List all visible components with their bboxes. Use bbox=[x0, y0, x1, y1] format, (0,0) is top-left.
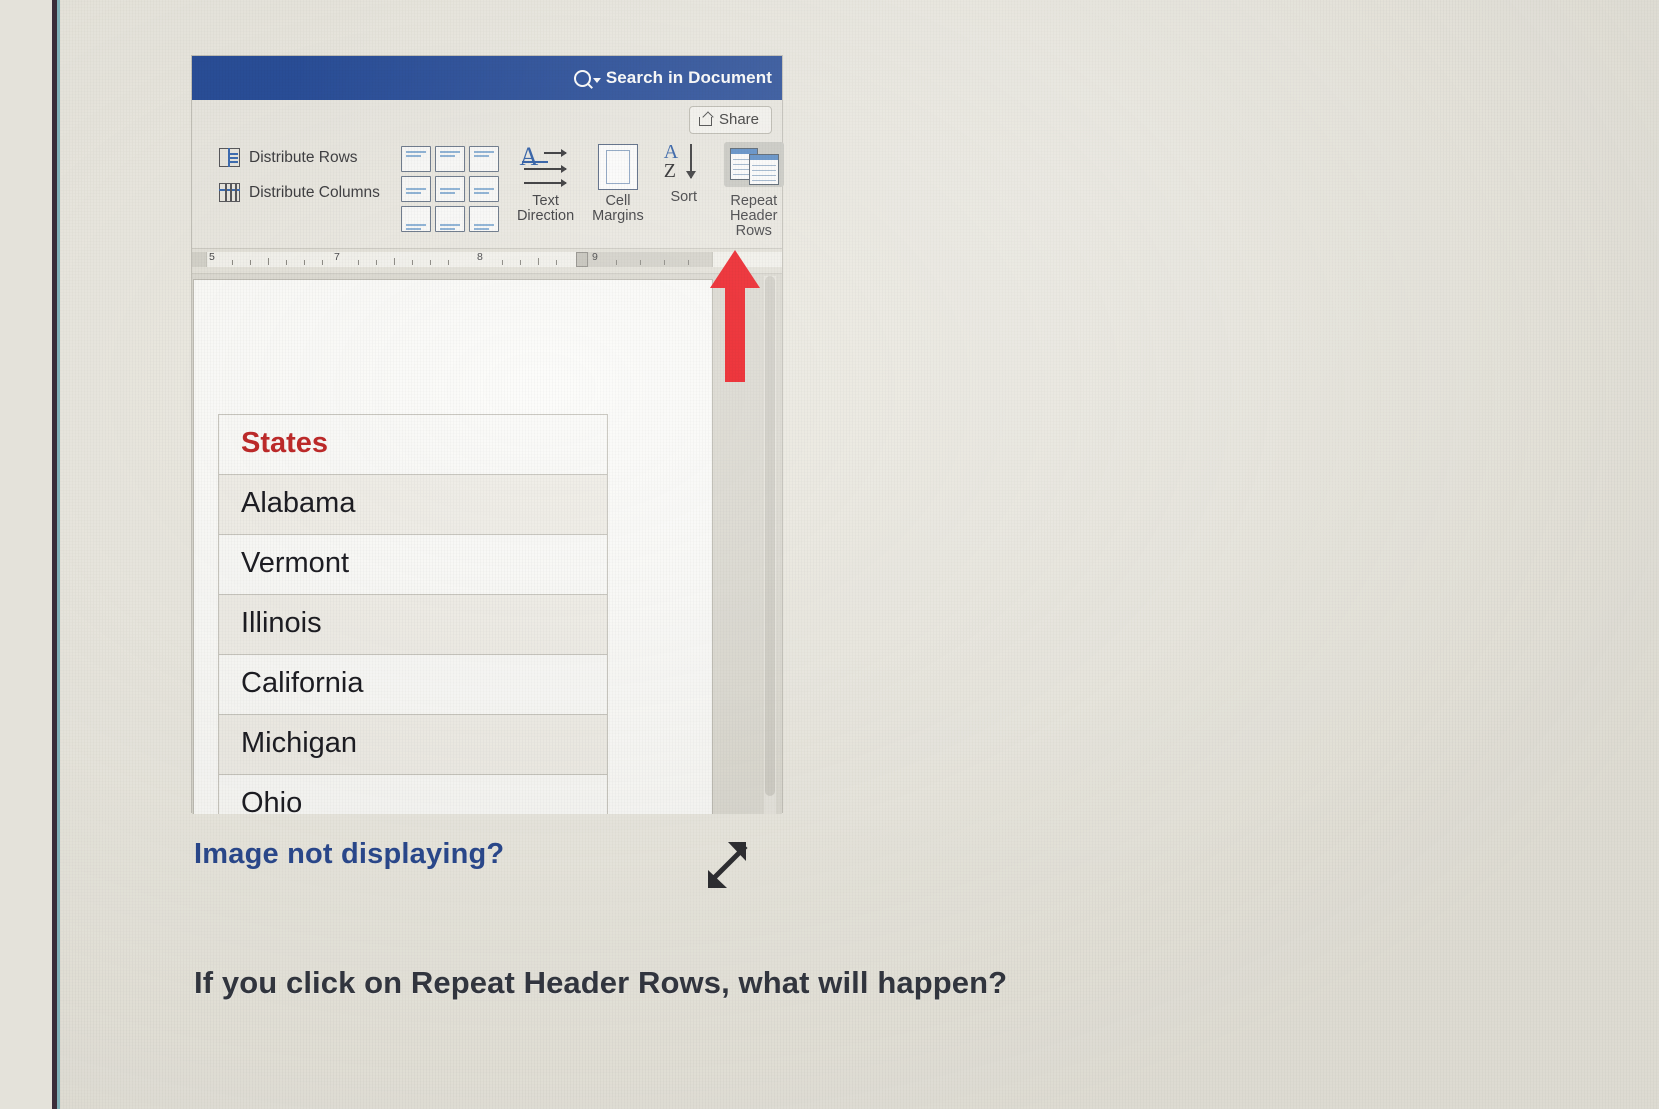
align-top-left-button[interactable] bbox=[400, 146, 431, 172]
cell-alignment-gallery bbox=[389, 142, 508, 232]
table-row: California bbox=[218, 654, 608, 715]
distribute-rows-label: Distribute Rows bbox=[249, 148, 358, 166]
horizontal-ruler[interactable]: 5 7 8 9 bbox=[192, 249, 782, 274]
ruler-number: 7 bbox=[334, 251, 340, 263]
photographed-screen: Search in Document Share Distribute Rows… bbox=[0, 0, 1659, 1109]
table-header-cell[interactable]: States bbox=[218, 414, 608, 475]
cell-margins-button[interactable]: Cell Margins bbox=[583, 142, 653, 224]
word-ribbon: Share Distribute Rows Distribute Columns… bbox=[192, 100, 784, 249]
table-cell[interactable]: Vermont bbox=[218, 534, 608, 595]
table-cell[interactable]: Ohio bbox=[218, 774, 608, 814]
expand-diagonal-arrows-icon[interactable] bbox=[700, 838, 754, 892]
distribute-columns-label: Distribute Columns bbox=[249, 183, 380, 201]
distribute-columns-button[interactable]: Distribute Columns bbox=[219, 183, 380, 202]
text-direction-icon: A bbox=[518, 142, 574, 190]
ruler-number: 8 bbox=[477, 251, 483, 263]
table-row: Vermont bbox=[218, 534, 608, 595]
table-row: Ohio bbox=[218, 774, 608, 814]
quiz-question-text: If you click on Repeat Header Rows, what… bbox=[194, 965, 1008, 1000]
align-middle-left-button[interactable] bbox=[400, 176, 431, 202]
search-in-document-label: Search in Document bbox=[605, 68, 772, 87]
repeat-header-rows-label-1: Repeat bbox=[730, 193, 778, 209]
align-top-right-button[interactable] bbox=[468, 146, 499, 172]
text-direction-button[interactable]: A Text Direction bbox=[508, 142, 583, 224]
distribute-columns-icon bbox=[219, 183, 240, 202]
table-row: Michigan bbox=[218, 714, 608, 775]
sort-button[interactable]: AZ Sort bbox=[653, 141, 715, 205]
sort-az-descending-icon: AZ bbox=[662, 141, 706, 186]
table-cell[interactable]: Alabama bbox=[218, 474, 608, 535]
distribute-rows-button[interactable]: Distribute Rows bbox=[219, 148, 380, 167]
image-not-displaying-link[interactable]: Image not displaying? bbox=[194, 838, 504, 871]
sort-label: Sort bbox=[670, 189, 698, 205]
search-icon bbox=[573, 69, 601, 87]
ruler-indent-marker[interactable] bbox=[576, 252, 588, 267]
cell-margins-label-1: Cell bbox=[605, 193, 631, 209]
ribbon-group-distribute: Distribute Rows Distribute Columns bbox=[192, 142, 389, 202]
ruler-number: 5 bbox=[209, 251, 215, 263]
vertical-scrollbar[interactable] bbox=[764, 276, 776, 814]
table-cell[interactable]: California bbox=[218, 654, 608, 715]
document-page[interactable]: States Alabama Vermont Illinois Californ… bbox=[194, 280, 712, 814]
align-top-center-button[interactable] bbox=[434, 146, 465, 172]
scrollbar-thumb[interactable] bbox=[765, 276, 775, 796]
align-middle-center-button[interactable] bbox=[434, 176, 465, 202]
distribute-rows-icon bbox=[219, 148, 240, 167]
share-arrow-icon bbox=[698, 114, 713, 126]
table-row: States bbox=[218, 414, 608, 475]
cell-margins-label-2: Margins bbox=[592, 208, 644, 224]
share-button[interactable]: Share bbox=[688, 106, 772, 134]
search-in-document-control[interactable]: Search in Document bbox=[573, 68, 782, 88]
repeat-header-rows-icon bbox=[729, 146, 779, 185]
table-cell[interactable]: Michigan bbox=[218, 714, 608, 775]
word-document-area[interactable]: States Alabama Vermont Illinois Californ… bbox=[192, 274, 782, 814]
table-row: Illinois bbox=[218, 594, 608, 655]
chevron-down-icon bbox=[592, 77, 601, 83]
repeat-header-rows-label-2: Header Rows bbox=[729, 208, 778, 239]
word-title-bar: Search in Document bbox=[192, 56, 782, 100]
text-direction-label-1: Text bbox=[532, 193, 559, 209]
ruler-number: 9 bbox=[592, 251, 598, 263]
align-bottom-left-button[interactable] bbox=[400, 206, 431, 232]
share-button-label: Share bbox=[718, 111, 759, 128]
word-screenshot-image[interactable]: Search in Document Share Distribute Rows… bbox=[192, 56, 784, 814]
repeat-header-rows-button[interactable]: Repeat Header Rows bbox=[715, 142, 793, 239]
states-table[interactable]: States Alabama Vermont Illinois Californ… bbox=[218, 414, 608, 814]
table-cell[interactable]: Illinois bbox=[218, 594, 608, 655]
cell-margins-icon bbox=[597, 144, 638, 190]
align-bottom-right-button[interactable] bbox=[468, 206, 499, 232]
quiz-page-canvas: Search in Document Share Distribute Rows… bbox=[60, 0, 1659, 1109]
align-bottom-center-button[interactable] bbox=[434, 206, 465, 232]
text-direction-label-2: Direction bbox=[516, 208, 575, 224]
align-middle-right-button[interactable] bbox=[468, 176, 499, 202]
table-row: Alabama bbox=[218, 474, 608, 535]
repeat-header-rows-button-face[interactable] bbox=[723, 142, 784, 187]
